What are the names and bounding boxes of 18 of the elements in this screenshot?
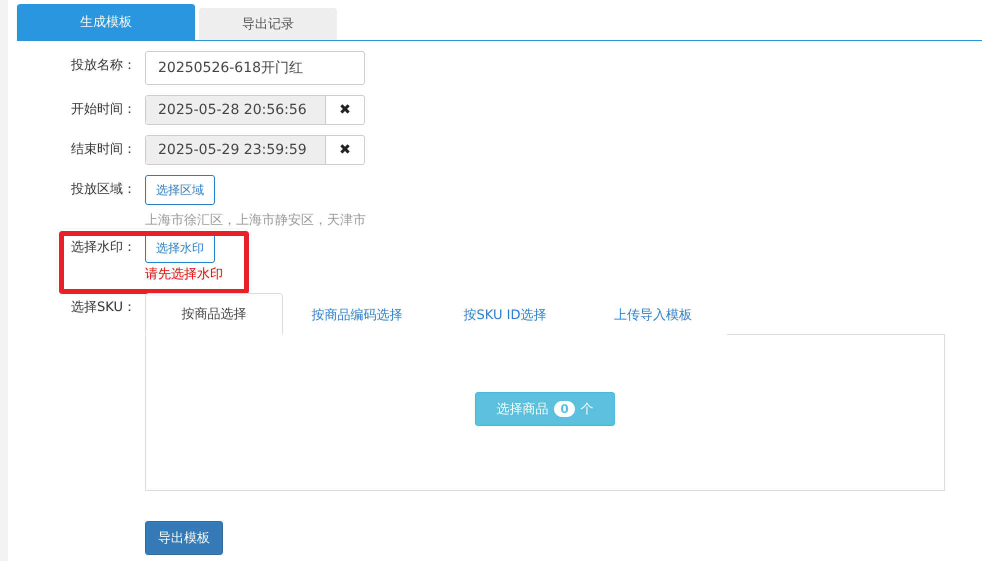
export-button[interactable]: 导出模板 — [145, 521, 223, 555]
field-label: 选择水印： — [70, 239, 137, 257]
tab[interactable]: 按商品选择 — [145, 293, 283, 335]
field-label: 投放名称： — [70, 57, 137, 75]
tab[interactable]: 导出记录 — [199, 8, 337, 40]
field-label: 开始时间： — [70, 101, 137, 119]
select-region-button[interactable]: 选择区域 — [145, 175, 215, 205]
error-message: 请先选择水印 — [145, 266, 223, 283]
field-label: 选择SKU： — [70, 299, 137, 317]
input-field[interactable]: 20250526-618开门红 — [145, 51, 365, 85]
region-summary: 上海市徐汇区，上海市静安区，天津市 — [145, 212, 366, 229]
tab[interactable]: 生成模板 — [17, 4, 195, 40]
datetime-field[interactable]: 2025-05-28 20:56:56 ✖ — [145, 95, 365, 125]
select-watermark-button[interactable]: 选择水印 — [145, 233, 215, 263]
count-badge: 0 — [554, 400, 575, 416]
field-label: 投放区域： — [70, 181, 137, 199]
datetime-field[interactable]: 2025-05-29 23:59:59 ✖ — [145, 135, 365, 165]
field-label: 结束时间： — [70, 141, 137, 159]
